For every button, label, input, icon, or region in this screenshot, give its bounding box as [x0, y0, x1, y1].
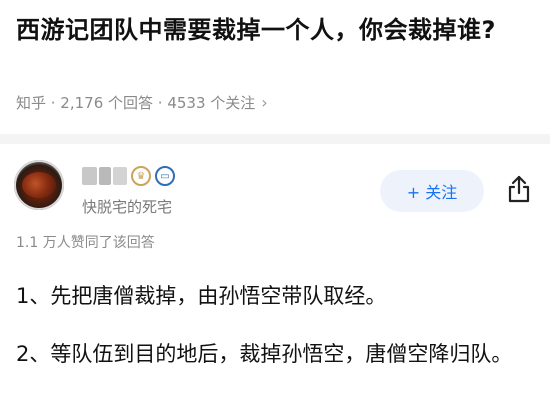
- avatar-food-icon: [22, 172, 56, 198]
- question-stats: 知乎 · 2,176 个回答 · 4533 个关注: [16, 94, 256, 112]
- author-name-row[interactable]: ♛ ▭: [82, 166, 175, 186]
- avatar[interactable]: [14, 160, 64, 210]
- level-badge-icon: ♛: [131, 166, 151, 186]
- section-divider: [0, 134, 550, 144]
- follow-button[interactable]: + 关注: [380, 170, 484, 212]
- question-meta[interactable]: 知乎 · 2,176 个回答 · 4533 个关注 ›: [16, 92, 268, 113]
- answer-paragraph-1: 1、先把唐僧裁掉，由孙悟空带队取经。: [16, 284, 387, 308]
- answer-paragraph-2: 2、等队伍到目的地后，裁掉孙悟空，唐僧空降归队。: [16, 342, 513, 366]
- chevron-right-icon: ›: [261, 93, 268, 112]
- share-icon[interactable]: [506, 174, 532, 204]
- question-title[interactable]: 西游记团队中需要裁掉一个人，你会裁掉谁?: [16, 10, 536, 50]
- like-count: 1.1 万人赞同了该回答: [16, 235, 155, 251]
- verified-badge-icon: ▭: [155, 166, 175, 186]
- author-bio: 快脱宅的死宅: [82, 198, 173, 216]
- author-name-blurred[interactable]: [82, 167, 127, 185]
